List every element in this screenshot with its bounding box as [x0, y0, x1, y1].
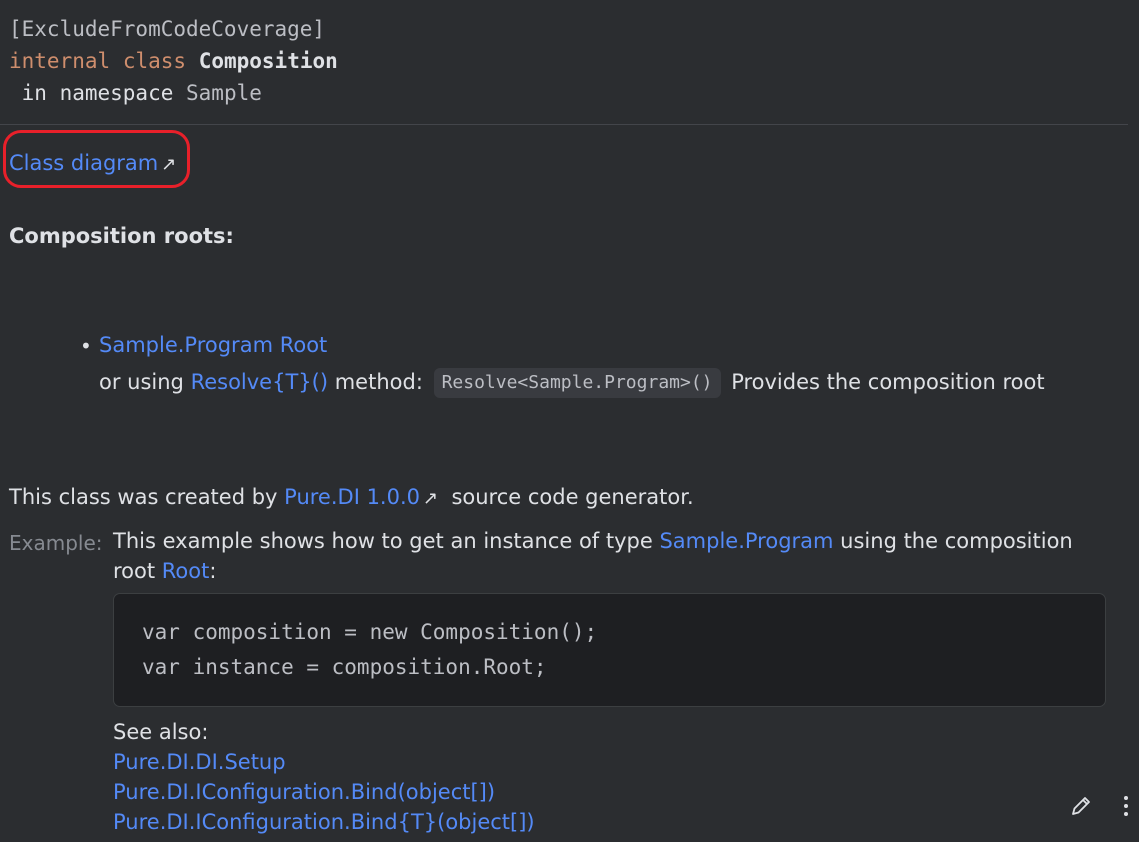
see-also-link[interactable]: Pure.DI.IConfiguration.Bind(object[])	[113, 778, 495, 806]
attribute-line: [ExcludeFromCodeCoverage]	[9, 17, 326, 41]
modifier-keyword: internal	[9, 49, 111, 73]
type-link[interactable]: Sample.Program	[659, 529, 833, 553]
example-code-block: var composition = new Composition(); var…	[113, 593, 1106, 707]
example-description: This example shows how to get an instanc…	[113, 526, 1113, 586]
example-label: Example:	[9, 531, 103, 555]
see-also-link[interactable]: Pure.DI.IConfiguration.Bind{T}(object[])	[113, 808, 535, 836]
pure-di-link[interactable]: Pure.DI 1.0.0	[284, 485, 420, 509]
composition-roots-heading: Composition roots:	[9, 224, 234, 248]
class-name: Composition	[198, 49, 338, 73]
root-link[interactable]: Root	[162, 559, 210, 583]
header-divider	[0, 124, 1128, 125]
namespace-line: in namespace Sample	[9, 81, 262, 105]
root-description: Provides the composition root	[724, 370, 1045, 394]
example-text-1: This example shows how to get an instanc…	[113, 529, 660, 553]
class-declaration: internal class Composition	[9, 49, 338, 73]
resolve-inline-code: Resolve<Sample.Program>()	[433, 368, 721, 398]
class-keyword: class	[122, 49, 187, 73]
see-also-link[interactable]: Pure.DI.DI.Setup	[113, 748, 286, 776]
resolve-prefix: or using	[99, 370, 191, 394]
created-suffix: source code generator.	[438, 485, 694, 509]
class-diagram-link[interactable]: Class diagram ↗	[9, 150, 176, 178]
root-resolve-line: or using Resolve{T}() method: Resolve<Sa…	[99, 368, 1045, 398]
see-also-label: See also:	[113, 720, 209, 744]
created-by-line: This class was created by Pure.DI 1.0.0 ↗…	[9, 484, 694, 512]
list-bullet: •	[80, 334, 92, 358]
code-line: var instance = composition.Root;	[142, 655, 547, 679]
created-prefix: This class was created by	[9, 485, 285, 509]
resolve-link[interactable]: Resolve{T}()	[191, 370, 328, 394]
more-options-icon[interactable]	[1116, 793, 1136, 819]
root-item-link[interactable]: Sample.Program Root	[99, 332, 327, 358]
example-text-3: :	[209, 559, 217, 583]
external-link-icon: ↗	[161, 154, 177, 175]
edit-icon[interactable]	[1068, 793, 1094, 819]
class-diagram-label[interactable]: Class diagram	[9, 151, 158, 175]
method-text: method:	[328, 370, 430, 394]
namespace-name: Sample	[186, 81, 262, 105]
external-link-icon: ↗	[423, 488, 439, 509]
namespace-prefix: in namespace	[9, 81, 187, 105]
code-line: var composition = new Composition();	[142, 620, 598, 644]
